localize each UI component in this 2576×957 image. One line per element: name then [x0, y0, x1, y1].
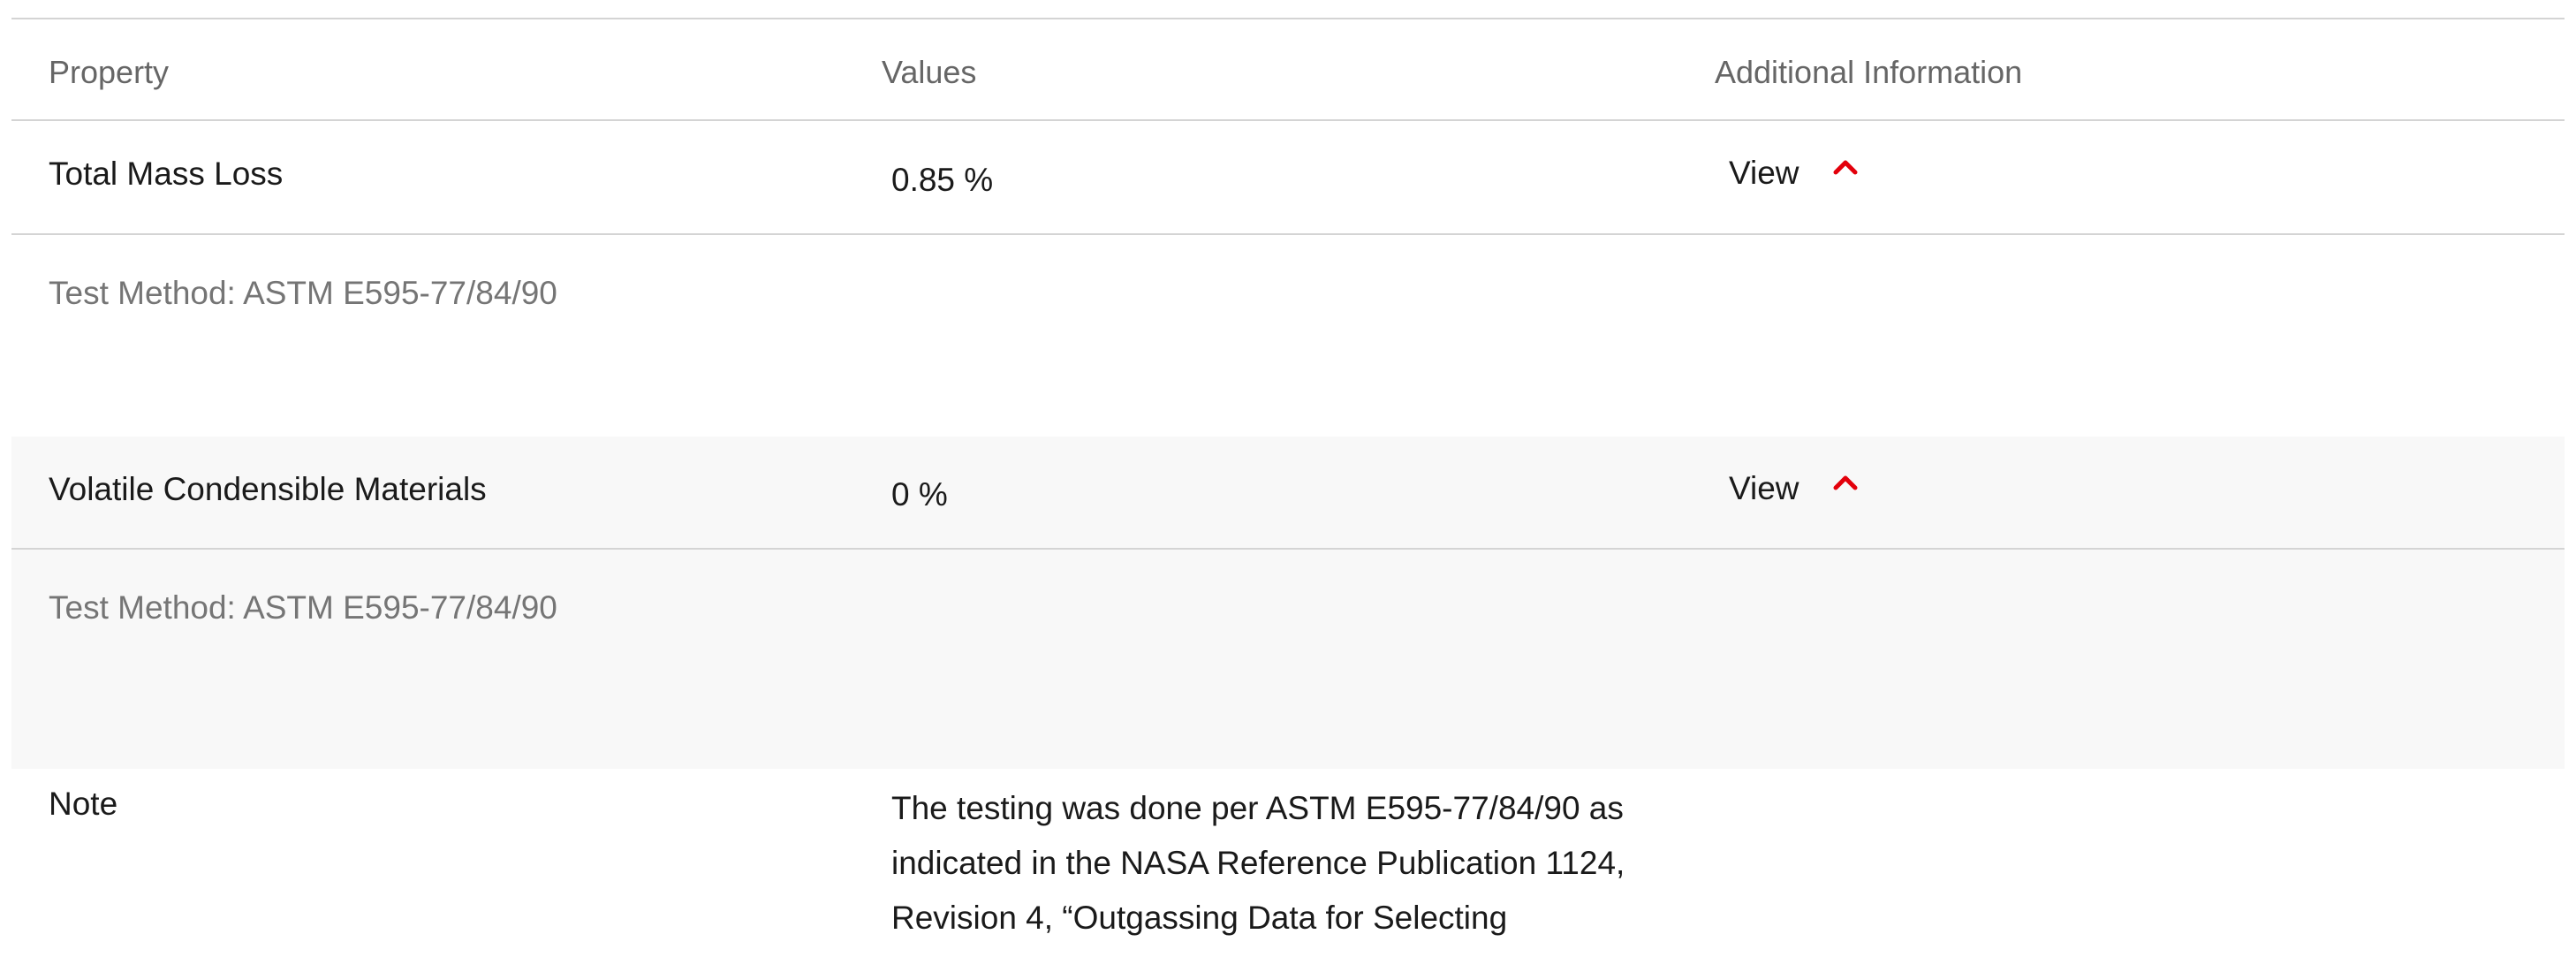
row-divider: [11, 233, 2565, 235]
properties-page: Property Values Additional Information T…: [0, 0, 2576, 957]
header-additional-information: Additional Information: [1715, 54, 2023, 90]
header-values: Values: [882, 54, 977, 90]
chevron-up-icon: [1833, 160, 1858, 175]
row-property-total-mass-loss: Total Mass Loss: [49, 156, 284, 192]
table-top-border: [11, 18, 2565, 19]
view-link-label: View: [1729, 155, 1799, 191]
note-label: Note: [49, 786, 118, 822]
row-value-volatile-condensible: 0 %: [891, 476, 948, 513]
view-toggle-total-mass-loss[interactable]: View: [1729, 155, 1858, 192]
test-method-total-mass-loss: Test Method: ASTM E595-77/84/90: [49, 275, 557, 311]
chevron-up-icon: [1833, 475, 1858, 490]
test-method-volatile-condensible: Test Method: ASTM E595-77/84/90: [49, 589, 557, 626]
header-bottom-border: [11, 119, 2565, 121]
view-link-label: View: [1729, 470, 1799, 506]
row-property-volatile-condensible: Volatile Condensible Materials: [49, 471, 487, 507]
row-divider: [11, 548, 2565, 550]
row-value-total-mass-loss: 0.85 %: [891, 162, 994, 198]
view-toggle-volatile-condensible[interactable]: View: [1729, 470, 1858, 507]
note-text: The testing was done per ASTM E595-77/84…: [891, 790, 1625, 936]
header-property: Property: [49, 54, 170, 90]
